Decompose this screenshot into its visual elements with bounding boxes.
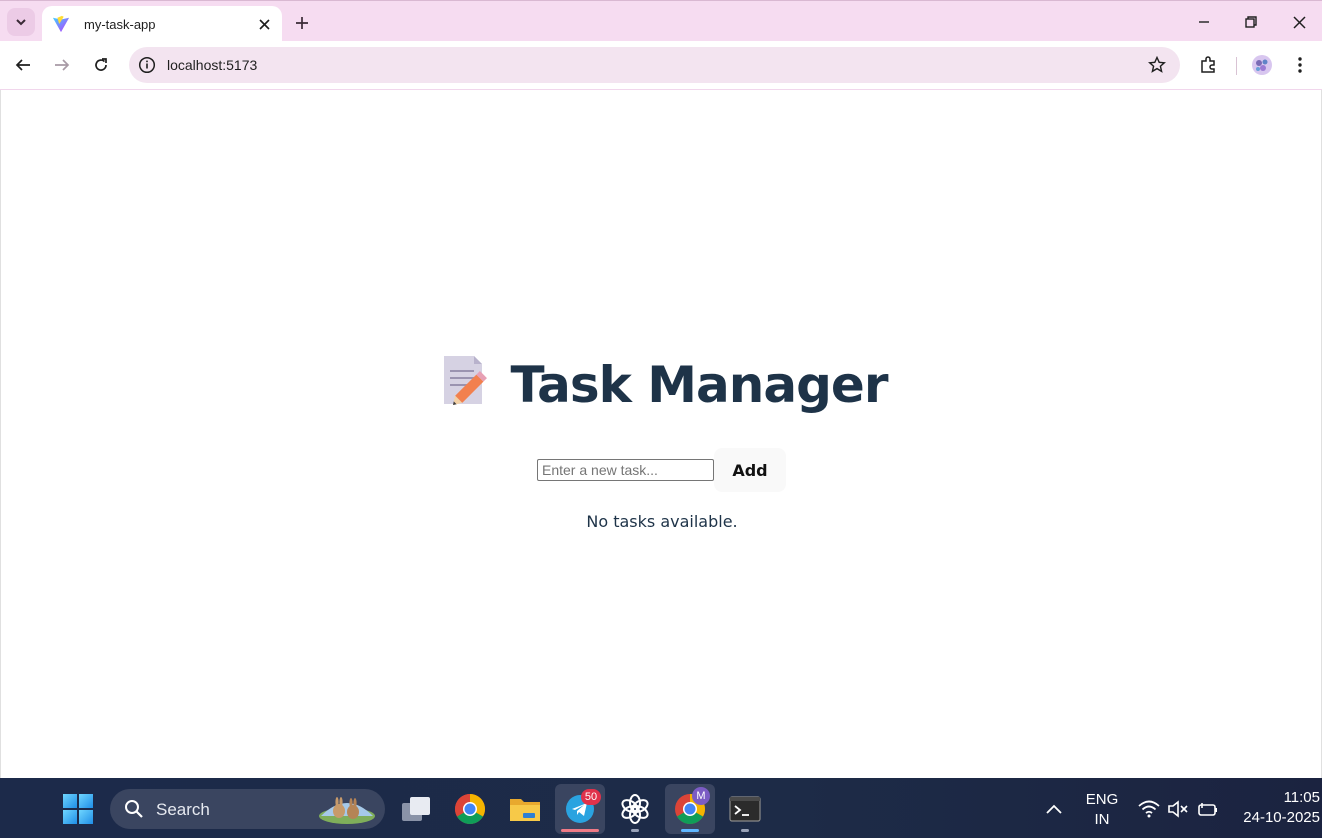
notification-badge: 50 (581, 789, 601, 805)
running-indicator (631, 829, 639, 832)
chevron-up-icon (1046, 804, 1062, 814)
volume-muted-icon (1168, 800, 1188, 818)
chrome-icon (454, 794, 486, 825)
back-icon (15, 59, 30, 71)
battery-charging-icon (1198, 803, 1217, 816)
browser-toolbar: localhost:5173 (0, 41, 1322, 90)
tab-strip: my-task-app (0, 0, 1322, 42)
language-region: IN (1094, 811, 1110, 828)
page-viewport: Task Manager Add No tasks available. (0, 90, 1322, 778)
empty-state-message: No tasks available. (586, 512, 738, 531)
extensions-button[interactable] (1197, 54, 1219, 76)
start-icon[interactable] (62, 793, 94, 825)
task-view-icon (402, 797, 430, 821)
clock-time: 11:05 (1283, 789, 1320, 806)
system-clock[interactable]: 11:05 24-10-2025 (1236, 788, 1320, 828)
plus-icon (296, 17, 308, 29)
profile-initial-badge: M (692, 787, 710, 805)
profile-icon (1252, 55, 1272, 75)
restore-icon (1245, 16, 1257, 28)
file-explorer-icon (510, 799, 540, 821)
reload-button[interactable] (89, 53, 113, 77)
address-bar[interactable]: localhost:5173 (129, 47, 1180, 83)
language-code: ENG (1085, 791, 1119, 808)
close-icon[interactable] (256, 16, 272, 32)
close-window-button[interactable] (1287, 10, 1311, 34)
active-indicator (681, 829, 699, 832)
profile-avatar[interactable] (1251, 54, 1273, 76)
task-view-button[interactable] (391, 784, 441, 834)
task-form: Add (537, 448, 786, 492)
browser-menu-button[interactable] (1289, 54, 1311, 76)
terminal-icon (729, 796, 761, 822)
battery-status[interactable] (1197, 798, 1219, 820)
windows-taskbar: Search 50 M ENG IN 11:05 24-10-2025 (0, 778, 1322, 838)
url-text[interactable]: localhost:5173 (167, 57, 257, 73)
vite-logo-icon (52, 15, 70, 33)
forward-button[interactable] (50, 53, 74, 77)
extensions-icon (1201, 56, 1215, 73)
chevron-down-icon (16, 19, 26, 26)
search-label: Search (156, 800, 210, 819)
new-tab-button[interactable] (290, 11, 314, 35)
chrome-taskbar-button[interactable] (445, 784, 495, 834)
tab-search-button[interactable] (7, 8, 35, 36)
clock-date: 24-10-2025 (1243, 809, 1320, 826)
wifi-status[interactable] (1138, 798, 1160, 820)
new-task-input[interactable] (537, 459, 714, 481)
search-highlight-art-icon (319, 797, 375, 824)
menu-kebab-icon (1298, 57, 1302, 73)
add-task-button[interactable]: Add (714, 448, 786, 492)
taskbar-search[interactable]: Search (110, 789, 385, 829)
chrome-profile-taskbar-button[interactable]: M (665, 784, 715, 834)
minimize-button[interactable] (1192, 10, 1216, 34)
browser-tab[interactable]: my-task-app (42, 6, 282, 42)
search-icon (125, 800, 143, 818)
info-icon[interactable] (138, 56, 156, 74)
terminal-taskbar-button[interactable] (720, 784, 770, 834)
show-hidden-icons-button[interactable] (1043, 798, 1065, 820)
language-indicator[interactable]: ENG IN (1082, 790, 1122, 830)
back-button[interactable] (11, 53, 35, 77)
running-indicator (741, 829, 749, 832)
forward-icon (55, 59, 70, 71)
reload-icon (95, 58, 107, 71)
volume-status[interactable] (1167, 798, 1189, 820)
restore-button[interactable] (1239, 10, 1263, 34)
chatgpt-taskbar-button[interactable] (610, 784, 660, 834)
toolbar-divider (1236, 57, 1237, 75)
file-explorer-button[interactable] (500, 784, 550, 834)
page-title: Task Manager (1, 352, 1322, 414)
chatgpt-icon (621, 794, 649, 824)
memo-icon (436, 352, 492, 408)
active-indicator (561, 829, 599, 832)
star-icon[interactable] (1148, 56, 1166, 74)
page-title-text: Task Manager (510, 356, 888, 414)
minimize-icon (1199, 21, 1209, 23)
wifi-icon (1138, 800, 1160, 818)
close-icon (1292, 15, 1306, 29)
tab-title: my-task-app (84, 16, 156, 32)
telegram-taskbar-button[interactable]: 50 (555, 784, 605, 834)
